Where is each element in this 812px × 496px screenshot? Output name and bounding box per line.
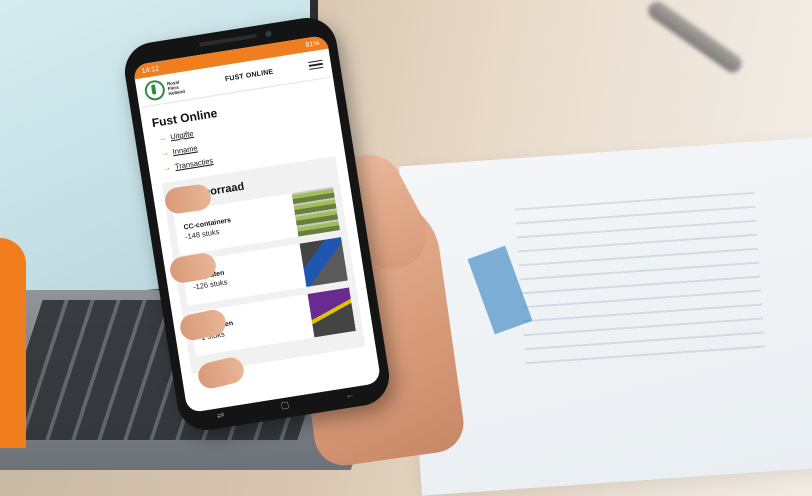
arrow-right-icon: → — [162, 162, 172, 173]
header-title: FUST ONLINE — [224, 68, 274, 83]
cc-platen-image — [299, 237, 348, 288]
card-text: CC-containers -148 stuks — [183, 217, 233, 241]
phone-speaker — [198, 33, 257, 47]
phone-screen: 14:12 81% Royal Flora Holland FUST ONLIN… — [132, 34, 382, 414]
link-label[interactable]: Inname — [172, 143, 198, 156]
status-time: 14:12 — [141, 64, 160, 75]
arrow-right-icon: → — [157, 133, 168, 144]
menu-icon[interactable] — [308, 59, 324, 71]
slotplaten-image — [307, 287, 356, 338]
cc-containers-image — [291, 186, 340, 237]
arrow-right-icon: → — [160, 147, 170, 159]
paper-lines — [514, 191, 766, 369]
home-icon[interactable]: ▢ — [280, 399, 290, 411]
back-icon[interactable]: ← — [345, 389, 355, 400]
status-battery: 81% — [305, 39, 321, 49]
main-content: Fust Online → Uitgifte → Inname → Transa… — [139, 77, 376, 383]
royal-flora-holland-logo[interactable]: Royal Flora Holland — [143, 75, 191, 102]
pen — [644, 0, 746, 76]
link-label[interactable]: Transacties — [174, 156, 213, 171]
recent-apps-icon[interactable]: ⇌ — [216, 409, 225, 421]
phone-camera — [264, 30, 272, 38]
logo-icon — [143, 78, 167, 102]
link-label[interactable]: Uitgifte — [170, 129, 194, 142]
logo-text: Royal Flora Holland — [166, 78, 186, 96]
orange-accent-strip — [0, 238, 26, 448]
